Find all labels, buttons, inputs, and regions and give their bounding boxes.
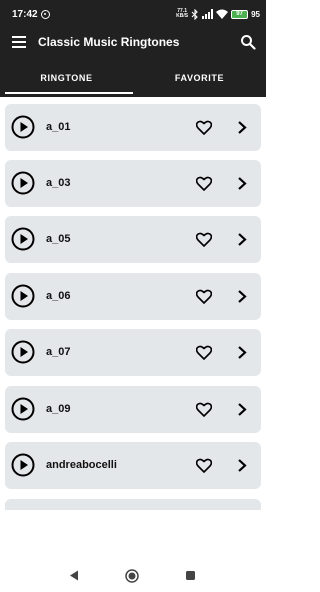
screen: 17:42 77.1 KB/S 97 95 Classic Music Ring… bbox=[0, 0, 266, 592]
chevron-right-icon[interactable] bbox=[237, 120, 247, 135]
list-item[interactable]: a_09 bbox=[5, 386, 261, 433]
play-icon[interactable] bbox=[11, 397, 35, 421]
wifi-icon bbox=[216, 9, 229, 19]
play-icon[interactable] bbox=[11, 453, 35, 477]
status-bar: 17:42 77.1 KB/S 97 95 bbox=[0, 0, 266, 30]
chevron-right-icon[interactable] bbox=[237, 176, 247, 191]
list-item-partial[interactable] bbox=[5, 499, 261, 510]
tab-ringtone[interactable]: RINGTONE bbox=[0, 62, 133, 97]
back-icon[interactable] bbox=[69, 570, 79, 581]
ringtone-name: a_09 bbox=[46, 403, 71, 415]
ringtone-name: a_01 bbox=[46, 121, 71, 133]
cast-icon bbox=[41, 10, 50, 19]
chevron-right-icon[interactable] bbox=[237, 458, 247, 473]
status-icons: 77.1 KB/S 97 95 bbox=[176, 8, 260, 20]
ringtone-name: a_07 bbox=[46, 346, 71, 358]
heart-icon[interactable] bbox=[196, 345, 212, 360]
bluetooth-icon bbox=[191, 8, 198, 20]
heart-icon[interactable] bbox=[196, 176, 212, 191]
app-bar: Classic Music Ringtones bbox=[0, 30, 266, 56]
tab-bar: RINGTONE FAVORITE bbox=[0, 62, 266, 97]
chevron-right-icon[interactable] bbox=[237, 402, 247, 417]
battery-level: 97 bbox=[236, 10, 243, 17]
chevron-right-icon[interactable] bbox=[237, 289, 247, 304]
home-icon[interactable] bbox=[125, 569, 139, 583]
heart-icon[interactable] bbox=[196, 232, 212, 247]
ringtone-name: andreabocelli bbox=[46, 459, 117, 471]
ringtone-name: a_03 bbox=[46, 177, 71, 189]
tab-favorite[interactable]: FAVORITE bbox=[133, 62, 266, 97]
heart-icon[interactable] bbox=[196, 120, 212, 135]
play-icon[interactable] bbox=[11, 227, 35, 251]
chevron-right-icon[interactable] bbox=[237, 345, 247, 360]
play-icon[interactable] bbox=[11, 115, 35, 139]
recent-apps-icon[interactable] bbox=[186, 571, 195, 580]
list-item[interactable]: andreabocelli bbox=[5, 442, 261, 489]
list-item[interactable]: a_05 bbox=[5, 216, 261, 263]
play-icon[interactable] bbox=[11, 171, 35, 195]
list-item[interactable]: a_06 bbox=[5, 273, 261, 320]
play-icon[interactable] bbox=[11, 340, 35, 364]
list-item[interactable]: a_01 bbox=[5, 104, 261, 151]
battery-icon: 97 bbox=[231, 9, 249, 19]
heart-icon[interactable] bbox=[196, 458, 212, 473]
search-icon[interactable] bbox=[240, 34, 256, 50]
signal-icon bbox=[202, 9, 214, 19]
status-time: 17:42 bbox=[12, 9, 38, 20]
menu-icon[interactable] bbox=[12, 36, 26, 48]
system-nav-bar bbox=[0, 560, 266, 592]
list-item[interactable]: a_07 bbox=[5, 329, 261, 376]
battery-percent: 95 bbox=[251, 9, 260, 19]
heart-icon[interactable] bbox=[196, 289, 212, 304]
ringtone-name: a_05 bbox=[46, 233, 71, 245]
chevron-right-icon[interactable] bbox=[237, 232, 247, 247]
ringtone-list: a_01 a_03 a_05 a_06 a_07 a_09 andreaboce… bbox=[0, 97, 266, 510]
heart-icon[interactable] bbox=[196, 402, 212, 417]
network-speed: 77.1 KB/S bbox=[176, 8, 189, 19]
play-icon[interactable] bbox=[11, 284, 35, 308]
top-bar: 17:42 77.1 KB/S 97 95 Classic Music Ring… bbox=[0, 0, 266, 97]
ringtone-name: a_06 bbox=[46, 290, 71, 302]
app-title: Classic Music Ringtones bbox=[38, 35, 180, 49]
list-item[interactable]: a_03 bbox=[5, 160, 261, 207]
